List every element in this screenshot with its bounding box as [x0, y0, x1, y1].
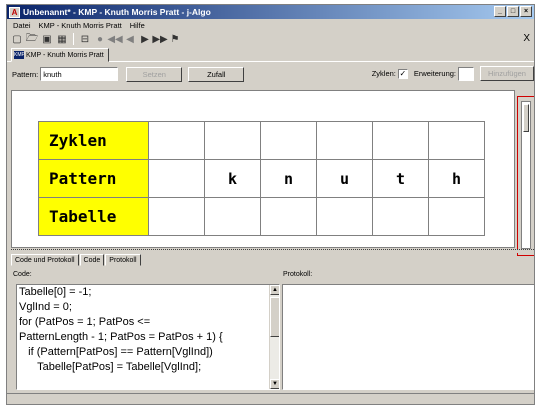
code-line: VglInd = 0; — [19, 301, 72, 313]
erweiterung-input[interactable] — [458, 66, 474, 81]
kmp-visualization-canvas: Zyklen Pattern k n u t h Tabelle — [11, 90, 515, 248]
table-cell: u — [316, 159, 373, 198]
window-controls: _ □ × — [494, 6, 532, 17]
step-forward-icon[interactable]: ▶ — [138, 32, 152, 46]
row-header: Tabelle — [38, 197, 149, 236]
kmp-module-icon: KMP — [14, 51, 25, 59]
table-cell: n — [260, 159, 317, 198]
menu-kmp[interactable]: KMP - Knuth Morris Pratt — [35, 21, 126, 30]
tab-code[interactable]: Code — [79, 254, 105, 266]
table-cell — [316, 121, 373, 160]
tab-label: KMP - Knuth Morris Pratt — [26, 51, 104, 59]
code-label: Code: — [13, 271, 32, 278]
toolbar: ▢ 🗁 ▣ ▦ ⊟ ● ◀◀ ◀ ▶ ▶▶ ⚑ — [7, 31, 534, 47]
toolbar-separator — [73, 33, 74, 45]
code-view[interactable]: Tabelle[0] = -1; VglInd = 0; for (PatPos =… — [16, 284, 280, 390]
app-window: A Unbenannt* - KMP - Knuth Morris Pratt … — [6, 4, 535, 405]
kmp-table: Zyklen Pattern k n u t h Tabelle — [38, 121, 485, 236]
zyklen-label: Zyklen: — [371, 69, 396, 78]
protokoll-label: Protokoll: — [283, 271, 313, 278]
pattern-input[interactable] — [40, 67, 119, 81]
pattern-label: Pattern: — [12, 69, 39, 79]
row-header: Zyklen — [38, 121, 149, 160]
table-cell — [204, 197, 261, 236]
new-file-icon[interactable]: ▢ — [10, 32, 24, 46]
fit-view-icon[interactable]: ⊟ — [78, 32, 92, 46]
print-icon[interactable]: ▦ — [55, 32, 69, 46]
table-cell — [316, 197, 373, 236]
erweiterung-label: Erweiterung: — [413, 69, 456, 78]
code-lines: Tabelle[0] = -1; VglInd = 0; for (PatPos =… — [17, 285, 279, 375]
table-cell — [204, 121, 261, 160]
zufall-button[interactable]: Zufall — [188, 66, 245, 82]
table-cell — [372, 197, 429, 236]
skip-back-icon[interactable]: ◀◀ — [107, 32, 122, 46]
tab-kmp-document[interactable]: KMP KMP - Knuth Morris Pratt — [11, 48, 109, 62]
bottom-tab-strip: Code und Protokoll Code Protokoll — [11, 254, 142, 266]
table-cell: k — [204, 159, 261, 198]
menu-bar: Datei KMP - Knuth Morris Pratt Hilfe — [7, 19, 534, 31]
jalgo-app-icon: A — [9, 6, 20, 18]
pattern-controls: Pattern: Setzen Zufall Zyklen: ✓ Erweite… — [7, 64, 534, 84]
tab-protokoll[interactable]: Protokoll — [105, 254, 141, 266]
hinzufuegen-button[interactable]: Hinzufügen — [480, 66, 534, 81]
code-line: Tabelle[PatPos] = Tabelle[VglInd]; — [19, 361, 202, 373]
kmp-row-pattern: Pattern k n u t h — [38, 159, 485, 198]
code-line: if (Pattern[PatPos] == Pattern[VglInd]) — [19, 346, 213, 358]
split-divider[interactable] — [11, 249, 534, 253]
table-cell: h — [428, 159, 485, 198]
title-bar[interactable]: A Unbenannt* - KMP - Knuth Morris Pratt … — [7, 5, 534, 19]
menu-hilfe[interactable]: Hilfe — [126, 21, 149, 30]
table-cell — [428, 121, 485, 160]
code-line: PatternLength - 1; PatPos = PatPos + 1) … — [19, 331, 223, 343]
setzen-button[interactable]: Setzen — [126, 66, 183, 82]
scroll-thumb[interactable] — [523, 104, 529, 132]
menu-datei[interactable]: Datei — [9, 21, 35, 30]
finish-flag-icon[interactable]: ⚑ — [168, 32, 182, 46]
save-icon[interactable]: ▣ — [40, 32, 54, 46]
record-icon[interactable]: ● — [93, 32, 107, 46]
options-group: Zyklen: ✓ Erweiterung: Hinzufügen — [372, 66, 534, 81]
open-folder-icon[interactable]: 🗁 — [25, 32, 39, 46]
window-title: Unbenannt* - KMP - Knuth Morris Pratt - … — [23, 7, 211, 17]
table-cell — [148, 159, 205, 198]
row-header: Pattern — [38, 159, 149, 198]
minimize-button[interactable]: _ — [494, 6, 506, 17]
code-scrollbar[interactable]: ▲ ▼ — [269, 285, 279, 389]
scroll-track[interactable] — [521, 101, 531, 249]
step-back-icon[interactable]: ◀ — [123, 32, 137, 46]
table-cell — [260, 121, 317, 160]
table-cell — [260, 197, 317, 236]
table-cell — [148, 197, 205, 236]
skip-forward-icon[interactable]: ▶▶ — [152, 32, 167, 46]
kmp-row-zyklen: Zyklen — [38, 121, 485, 160]
table-cell — [148, 121, 205, 160]
document-tab-strip: KMP KMP - Knuth Morris Pratt — [7, 47, 534, 62]
tab-code-und-protokoll[interactable]: Code und Protokoll — [11, 254, 79, 266]
scroll-up-icon[interactable]: ▲ — [270, 285, 279, 295]
table-cell — [428, 197, 485, 236]
zyklen-checkbox[interactable]: ✓ — [397, 68, 408, 79]
protokoll-view[interactable] — [282, 284, 534, 390]
code-line: for (PatPos = 1; PatPos <= — [19, 316, 151, 328]
table-cell: t — [372, 159, 429, 198]
kmp-row-tabelle: Tabelle — [38, 197, 485, 236]
scroll-down-icon[interactable]: ▼ — [270, 379, 279, 389]
table-cell — [372, 121, 429, 160]
maximize-button[interactable]: □ — [507, 6, 519, 17]
close-button[interactable]: × — [520, 6, 532, 17]
vertical-scroll-panel — [517, 96, 534, 256]
code-line: Tabelle[0] = -1; — [19, 286, 92, 298]
status-bar — [7, 393, 534, 404]
close-tab-icon[interactable]: X — [523, 33, 530, 44]
code-scroll-thumb[interactable] — [270, 297, 279, 337]
